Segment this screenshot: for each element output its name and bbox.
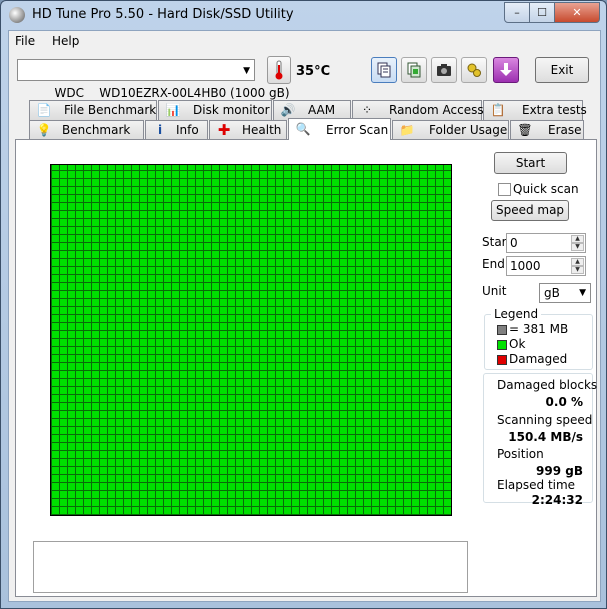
stats-box: Damaged blocks 0.0 % Scanning speed 150.… (483, 373, 597, 507)
end-spinner[interactable]: 1000 ▲ ▼ (506, 256, 586, 276)
options-icon[interactable] (461, 57, 487, 83)
tab-label: Folder Usage (429, 123, 508, 137)
ok-label: Ok (509, 337, 526, 351)
menu-help[interactable]: Help (52, 34, 79, 48)
spin-down-icon[interactable]: ▼ (571, 243, 584, 251)
tab-label: Extra tests (522, 103, 587, 117)
tab-extra-tests[interactable]: 📋 Extra tests (483, 100, 587, 120)
tab-label: Error Scan (326, 123, 389, 137)
copy-text-icon[interactable] (371, 57, 397, 83)
position-value: 999 gB (536, 464, 583, 478)
tab-health[interactable]: ✚ Health (209, 120, 287, 140)
spin-up-icon[interactable]: ▲ (571, 235, 584, 243)
damaged-swatch (497, 355, 507, 365)
tab-label: Random Access (389, 103, 484, 117)
tab-label: Info (176, 123, 199, 137)
close-button[interactable]: ✕ (554, 2, 600, 23)
tab-random-access[interactable]: ⁘ Random Access (352, 100, 484, 120)
tab-label: File Benchmark (64, 103, 157, 117)
copy-screenshot-icon[interactable] (401, 57, 427, 83)
tab-benchmark[interactable]: 💡 Benchmark (29, 120, 144, 140)
log-output-box[interactable] (33, 541, 468, 593)
start-spinner[interactable]: 0 ▲ ▼ (506, 233, 586, 253)
minimize-button[interactable]: – (504, 2, 530, 23)
download-icon[interactable] (493, 57, 519, 83)
ok-swatch (497, 340, 507, 350)
scanning-speed-label: Scanning speed (497, 413, 593, 427)
drive-select[interactable]: WDC WD10EZRX-00L4HB0 (1000 gB) ▼ (17, 59, 290, 100)
file-benchmark-icon: 📄 (36, 103, 52, 117)
health-cross-icon: ✚ (217, 121, 231, 139)
block-size-label: = 381 MB (509, 322, 569, 336)
tab-file-benchmark[interactable]: 📄 File Benchmark (29, 100, 157, 120)
tab-label: Erase (548, 123, 582, 137)
extra-tests-icon: 📋 (490, 103, 506, 117)
tab-folder-usage[interactable]: 📁 Folder Usage (392, 120, 509, 140)
menu-bar: File Help (9, 31, 600, 53)
drive-select-value: WDC WD10EZRX-00L4HB0 (1000 gB) (54, 86, 290, 100)
folder-icon: 📁 (399, 123, 415, 137)
random-access-icon: ⁘ (361, 103, 373, 117)
tab-label: Disk monitor (193, 103, 270, 117)
menu-file[interactable]: File (15, 34, 35, 48)
app-window: HD Tune Pro 5.50 - Hard Disk/SSD Utility… (0, 0, 607, 609)
magnifier-icon: 🔍 (295, 122, 311, 136)
end-label: End (482, 257, 505, 271)
tab-label: Health (242, 123, 282, 137)
unit-value: gB (544, 286, 560, 300)
legend-title: Legend (491, 307, 542, 321)
title-bar[interactable]: HD Tune Pro 5.50 - Hard Disk/SSD Utility… (1, 1, 606, 29)
elapsed-time-label: Elapsed time (497, 478, 576, 492)
tab-label: Benchmark (62, 123, 131, 137)
block-swatch (497, 325, 507, 335)
tab-aam[interactable]: 🔊 AAM (273, 100, 351, 120)
tab-disk-monitor[interactable]: 📊 Disk monitor (158, 100, 272, 120)
tab-error-scan[interactable]: 🔍 Error Scan (288, 118, 391, 140)
camera-icon[interactable] (431, 57, 457, 83)
thermometer-icon (267, 56, 291, 84)
toolbar: WDC WD10EZRX-00L4HB0 (1000 gB) ▼ 35°C Ex… (9, 53, 600, 100)
unit-select[interactable]: gB ▼ (539, 283, 591, 303)
spin-up-icon[interactable]: ▲ (571, 258, 584, 266)
start-button[interactable]: Start (494, 152, 567, 174)
tab-erase[interactable]: 🗑 Erase (510, 120, 584, 140)
elapsed-time-value: 2:24:32 (531, 493, 583, 507)
chevron-down-icon: ▼ (243, 66, 250, 76)
spin-down-icon[interactable]: ▼ (571, 266, 584, 274)
temperature-readout: 35°C (296, 64, 331, 79)
start-value: 0 (510, 236, 518, 250)
error-scan-panel: Start Quick scan Speed map Start 0 ▲ ▼ E… (15, 139, 597, 597)
unit-label: Unit (482, 284, 507, 298)
exit-button[interactable]: Exit (535, 57, 589, 83)
damaged-blocks-value: 0.0 % (545, 395, 583, 409)
end-value: 1000 (510, 259, 541, 273)
window-title: HD Tune Pro 5.50 - Hard Disk/SSD Utility (32, 7, 294, 22)
damaged-label: Damaged (509, 352, 568, 366)
info-icon: i (157, 123, 163, 137)
maximize-button[interactable]: ☐ (529, 2, 555, 23)
lightbulb-icon: 💡 (36, 123, 52, 137)
disk-monitor-icon: 📊 (165, 103, 181, 117)
quick-scan-label: Quick scan (513, 182, 579, 196)
quick-scan-checkbox[interactable] (498, 183, 511, 196)
damaged-blocks-label: Damaged blocks (497, 378, 598, 392)
app-disk-icon (9, 7, 25, 23)
position-label: Position (497, 447, 544, 461)
speed-map-button[interactable]: Speed map (491, 200, 569, 221)
trash-icon: 🗑 (517, 123, 533, 137)
speaker-icon: 🔊 (280, 103, 296, 117)
tab-info[interactable]: i Info (145, 120, 208, 140)
scanning-speed-value: 150.4 MB/s (508, 430, 583, 444)
legend-box: Legend = 381 MB Ok Damaged (484, 307, 593, 370)
scan-block-map (50, 164, 452, 516)
chevron-down-icon: ▼ (579, 288, 586, 298)
client-area: File Help WDC WD10EZRX-00L4HB0 (1000 gB)… (8, 30, 601, 602)
